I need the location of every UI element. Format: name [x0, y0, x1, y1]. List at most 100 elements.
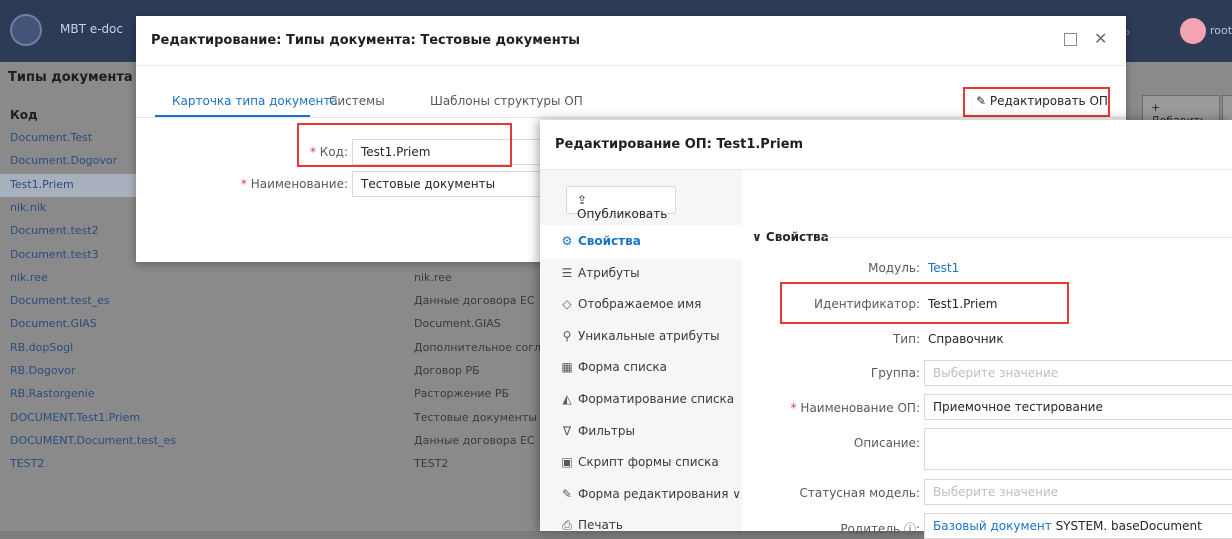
module-link[interactable]: Test1: [928, 261, 959, 275]
row-code[interactable]: DOCUMENT.Test1.Priem: [10, 411, 140, 424]
row-name: Данные договора ЕС: [414, 294, 535, 308]
table-row[interactable]: nik.ree nik.ree: [0, 267, 560, 290]
tab-card[interactable]: Карточка типа документа: [172, 94, 338, 108]
avatar[interactable]: [1180, 18, 1206, 44]
op-name-field[interactable]: Приемочное тестирование: [924, 394, 1232, 420]
sidebar-item-label: Отображаемое имя: [578, 297, 702, 312]
tab-op-templates[interactable]: Шаблоны структуры ОП: [430, 94, 583, 108]
gear-icon: ⚙: [561, 234, 573, 248]
row-code[interactable]: Document.test2: [10, 224, 99, 237]
table-row[interactable]: DOCUMENT.Document.test_es Данные договора…: [0, 430, 560, 453]
maximize-icon[interactable]: [1064, 33, 1077, 46]
sidebar-item-tag[interactable]: ◇ Отображаемое имя: [560, 297, 701, 311]
group-label: Группа:: [870, 366, 920, 380]
row-code[interactable]: Document.test3: [10, 248, 99, 261]
filter-icon: ∇: [562, 423, 572, 438]
sidebar-item-label: Скрипт формы списка: [578, 455, 719, 470]
sidebar-item-label: Печать: [578, 518, 623, 533]
row-name: Тестовые документы: [414, 410, 537, 424]
sidebar-item-script[interactable]: ▣ Скрипт формы списка: [560, 455, 719, 470]
row-code[interactable]: RB.Dogovor: [10, 364, 75, 377]
sidebar-item-label: Атрибуты: [578, 265, 640, 280]
script-icon: ▣: [561, 455, 573, 470]
sidebar-item-table[interactable]: ▦ Форма списка: [560, 360, 667, 374]
list-icon: ☰: [561, 265, 573, 280]
help-icon: ⓘ: [903, 522, 916, 536]
table-row[interactable]: RB.Rastorgenie Расторжение РБ: [0, 383, 560, 406]
sidebar-item-paint[interactable]: ◭ Форматирование списка: [560, 392, 734, 406]
table-row[interactable]: DOCUMENT.Test1.Priem Тестовые документы: [0, 407, 560, 430]
type-label: Тип:: [892, 332, 920, 346]
row-code[interactable]: Document.test_es: [10, 294, 110, 307]
user-name[interactable]: root roo: [1210, 24, 1232, 37]
sidebar-item-key[interactable]: ⚲ Уникальные атрибуты: [560, 329, 720, 343]
parent-field[interactable]: Базовый документ SYSTEM. baseDocument: [924, 513, 1232, 539]
row-code[interactable]: RB.dopSogl: [10, 341, 73, 354]
row-name: Договор РБ: [414, 364, 480, 377]
identifier-highlight: [780, 282, 1069, 324]
row-code[interactable]: nik.ree: [10, 271, 48, 284]
dialog-title: Редактирование ОП: Test1.Priem: [555, 137, 804, 152]
edit-op-dialog: Редактирование ОП: Test1.Priem ⇪ Опублик…: [540, 120, 1232, 539]
row-code[interactable]: DOCUMENT.Document.test_es: [10, 434, 176, 447]
row-code[interactable]: TEST2: [10, 457, 44, 470]
print-icon: ⎙: [562, 518, 572, 533]
row-code[interactable]: Document.Test: [10, 131, 92, 144]
op-name-label: * Наименование ОП:: [790, 401, 920, 415]
sidebar-item-list[interactable]: ☰ Атрибуты: [560, 266, 640, 280]
sidebar-item-filter[interactable]: ∇ Фильтры: [560, 424, 635, 438]
more-button[interactable]: [1222, 95, 1232, 121]
sidebar-item-edit-form[interactable]: ✎ Форма редактирования ∨: [560, 487, 741, 501]
status-model-select[interactable]: Выберите значение: [924, 479, 1232, 505]
edit-form-icon: ✎: [561, 486, 573, 501]
table-row[interactable]: Document.GIAS Document.GIAS: [0, 313, 560, 336]
row-name: Document.GIAS: [414, 317, 501, 331]
sidebar-item-label: Фильтры: [578, 423, 635, 438]
sidebar-item-gear[interactable]: ⚙ Свойства: [560, 234, 641, 248]
sidebar-item-label: Форма редактирования: [578, 486, 729, 501]
description-label: Описание:: [853, 436, 920, 450]
publish-button[interactable]: ⇪ Опубликовать: [566, 186, 676, 221]
sidebar-item-print[interactable]: ⎙ Печать: [560, 518, 623, 533]
page-title: Типы документа: [8, 70, 133, 85]
tag-icon: ◇: [562, 297, 572, 312]
table-icon: ▦: [561, 360, 573, 375]
row-name: Данные договора ЕС: [414, 433, 535, 447]
row-name: Расторжение РБ: [414, 387, 510, 401]
row-name: nik.ree: [414, 270, 452, 284]
close-icon[interactable]: ✕: [1094, 29, 1107, 48]
row-name: TEST2: [414, 457, 449, 471]
column-header-code[interactable]: Код: [10, 108, 38, 122]
row-code[interactable]: Test1.Priem: [10, 178, 74, 191]
chevron-down-icon: ∨: [752, 230, 766, 244]
key-icon: ⚲: [562, 328, 572, 343]
row-code[interactable]: Document.Dogovor: [10, 154, 117, 167]
status-model-label: Статусная модель:: [799, 486, 920, 500]
tabs-divider: [136, 117, 1126, 118]
active-tab-indicator: [155, 115, 310, 117]
row-code[interactable]: nik.nik: [10, 201, 46, 214]
sidebar-item-label: Свойства: [578, 234, 641, 248]
sidebar-item-label: Форма списка: [578, 360, 667, 375]
group-select[interactable]: Выберите значение: [924, 360, 1232, 386]
code-highlight: [297, 123, 512, 167]
table-row[interactable]: RB.Dogovor Договор РБ: [0, 360, 560, 383]
table-row[interactable]: Document.test_es Данные договора ЕС: [0, 290, 560, 313]
type-value: Справочник: [928, 332, 1004, 346]
edit-op-highlight: [963, 87, 1110, 117]
module-label: Модуль:: [868, 261, 920, 275]
parent-label: Родитель ⓘ:: [840, 522, 920, 536]
paint-icon: ◭: [562, 392, 572, 406]
publish-icon: ⇪: [577, 193, 588, 207]
description-field[interactable]: [924, 428, 1232, 470]
name-field[interactable]: Тестовые документы: [352, 171, 542, 197]
dialog-title: Редактирование: Типы документа: Тестовые…: [151, 33, 580, 48]
table-row[interactable]: RB.dopSogl Дополнительное согла: [0, 337, 560, 360]
row-code[interactable]: RB.Rastorgenie: [10, 387, 94, 400]
add-button[interactable]: + Добавить: [1142, 95, 1220, 127]
tab-systems[interactable]: Системы: [329, 94, 385, 108]
row-code[interactable]: Document.GIAS: [10, 317, 97, 330]
table-row[interactable]: TEST2 TEST2: [0, 453, 560, 476]
sidebar-item-label: Форматирование списка: [578, 392, 735, 406]
section-title: ∨ Свойства: [752, 230, 829, 244]
